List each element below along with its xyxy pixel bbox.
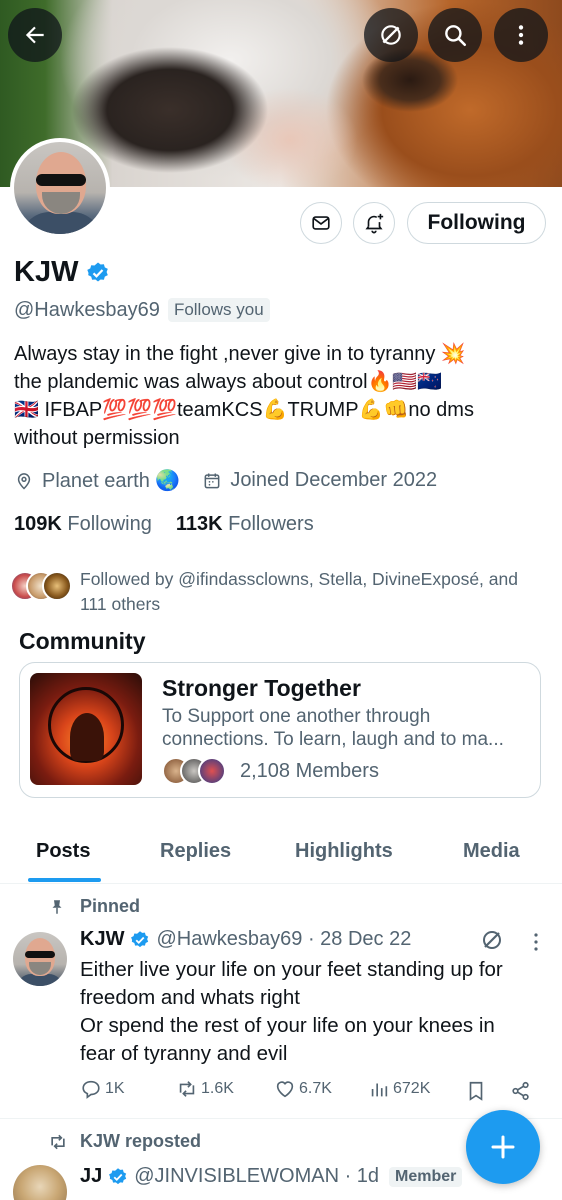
bio-line: Always stay in the fight ,never give in … (14, 343, 466, 365)
follow-stats: 109K Following 113K Followers (14, 513, 338, 536)
profile-meta: Planet earth 🌏 Joined December 2022 (14, 468, 459, 493)
share-icon[interactable] (510, 1080, 532, 1102)
joined-text: Joined December 2022 (230, 469, 438, 491)
post-actions: 1K 1.6K 6.7K 672K (80, 1078, 540, 1106)
reply-count: 1K (105, 1080, 125, 1097)
community-image (30, 673, 142, 785)
bio-line: without permission (14, 427, 180, 449)
reply-icon (82, 1080, 100, 1099)
repost-count: 1.6K (201, 1080, 234, 1097)
pin-icon (52, 899, 62, 914)
post-handle-date: @JINVISIBLEWOMAN · 1d (134, 1165, 380, 1187)
repost-icon (51, 1134, 65, 1149)
verified-badge-icon (131, 930, 149, 947)
tab-media[interactable]: Media (463, 840, 520, 863)
like-button[interactable]: 6.7K (274, 1078, 332, 1100)
profile-name: KJW (14, 256, 79, 288)
followers-stat[interactable]: 113K Followers (176, 513, 314, 536)
bookmark-icon[interactable] (465, 1080, 487, 1102)
profile-bio: Always stay in the fight ,never give in … (14, 340, 544, 452)
search-button[interactable] (428, 8, 482, 62)
post-author-avatar[interactable] (13, 932, 67, 986)
location-text: Planet earth 🌏 (42, 470, 181, 492)
following-stat[interactable]: 109K Following (14, 513, 152, 536)
active-tab-indicator (28, 878, 101, 882)
community-members: 2,108 Members (162, 757, 379, 785)
follows-you-badge: Follows you (167, 298, 270, 322)
community-section-title: Community (19, 628, 146, 654)
pinned-label-row: Pinned (48, 896, 140, 917)
grok-icon (381, 25, 401, 45)
bio-line: 🇬🇧 IFBAP💯💯💯teamKCS💪TRUMP💪👊no dms (14, 399, 474, 421)
more-vertical-icon (518, 25, 524, 45)
profile-tabs: Posts Replies Highlights Media (0, 830, 562, 884)
following-count: 109K (14, 513, 62, 535)
compose-button[interactable] (466, 1110, 540, 1184)
tab-highlights[interactable]: Highlights (295, 840, 393, 863)
post-text-line: Or spend the rest of your life on your k… (80, 1014, 495, 1037)
compose-plus-icon (491, 1135, 515, 1159)
member-badge: Member (389, 1166, 463, 1187)
joined-date: Joined December 2022 (202, 469, 437, 492)
like-count: 6.7K (299, 1080, 332, 1097)
repost-icon (179, 1081, 195, 1097)
avatar (42, 571, 72, 601)
handle-row: @Hawkesbay69 Follows you (14, 298, 270, 322)
calendar-icon (204, 473, 220, 488)
followers-count: 113K (175, 513, 223, 535)
repost-label-row: KJW reposted (48, 1131, 201, 1152)
back-button[interactable] (8, 8, 62, 62)
members-count: 2,108 Members (240, 759, 379, 782)
avatar-image (14, 142, 106, 234)
back-arrow-icon (25, 26, 44, 44)
followed-by-text: Followed by @ifindassclowns, Stella, Div… (80, 569, 518, 614)
profile-handle: @Hawkesbay69 (14, 298, 160, 321)
post-header: KJW @Hawkesbay69 · 28 Dec 22 (80, 928, 411, 951)
community-description: To Support one another through connectio… (162, 706, 504, 750)
tab-posts[interactable]: Posts (36, 840, 90, 863)
profile-avatar[interactable] (10, 138, 110, 238)
grok-button[interactable] (364, 8, 418, 62)
post-author-name[interactable]: JJ (80, 1165, 102, 1188)
verified-badge-icon[interactable] (86, 261, 110, 285)
location-icon (17, 472, 31, 490)
more-options-button[interactable] (494, 8, 548, 62)
post-header: JJ @JINVISIBLEWOMAN · 1d Member (80, 1165, 463, 1188)
verified-badge-icon (109, 1167, 127, 1184)
bio-line: the plandemic was always about control🔥🇺… (14, 371, 443, 393)
repost-label: KJW reposted (80, 1131, 202, 1151)
followers-label: Followers (228, 513, 314, 535)
community-name: Stronger Together (162, 675, 361, 701)
location: Planet earth 🌏 (14, 468, 180, 493)
like-icon (276, 1081, 294, 1098)
repost-button[interactable]: 1.6K (176, 1078, 234, 1100)
avatar (198, 757, 226, 785)
post-text-line: Either live your life on your feet stand… (80, 958, 503, 981)
notifications-button[interactable] (353, 202, 395, 244)
post-text: Either live your life on your feet stand… (80, 956, 540, 1068)
post-more-icon[interactable] (524, 930, 548, 954)
views-icon (371, 1083, 388, 1097)
post-handle-date: @Hawkesbay69 · 28 Dec 22 (156, 928, 412, 950)
message-icon (312, 216, 330, 230)
post-text-line: freedom and whats right (80, 986, 300, 1009)
profile-name-row: KJW (14, 256, 110, 289)
reply-button[interactable]: 1K (80, 1078, 125, 1100)
followed-by-avatars (10, 571, 76, 605)
pinned-label: Pinned (80, 896, 141, 916)
following-label: Following (67, 513, 152, 535)
grok-icon[interactable] (480, 928, 504, 952)
post-author-name[interactable]: KJW (80, 928, 124, 951)
tab-replies[interactable]: Replies (160, 840, 231, 863)
post-text-line: fear of tyranny and evil (80, 1042, 288, 1065)
search-icon (445, 25, 467, 47)
followed-by[interactable]: Followed by @ifindassclowns, Stella, Div… (10, 567, 540, 617)
community-card[interactable]: Stronger Together To Support one another… (19, 662, 541, 798)
views-count: 672K (393, 1080, 431, 1097)
following-button[interactable]: Following (407, 202, 546, 244)
message-button[interactable] (300, 202, 342, 244)
bell-plus-icon (365, 213, 384, 234)
views-button[interactable]: 672K (368, 1078, 430, 1100)
post-author-avatar[interactable] (13, 1165, 67, 1200)
